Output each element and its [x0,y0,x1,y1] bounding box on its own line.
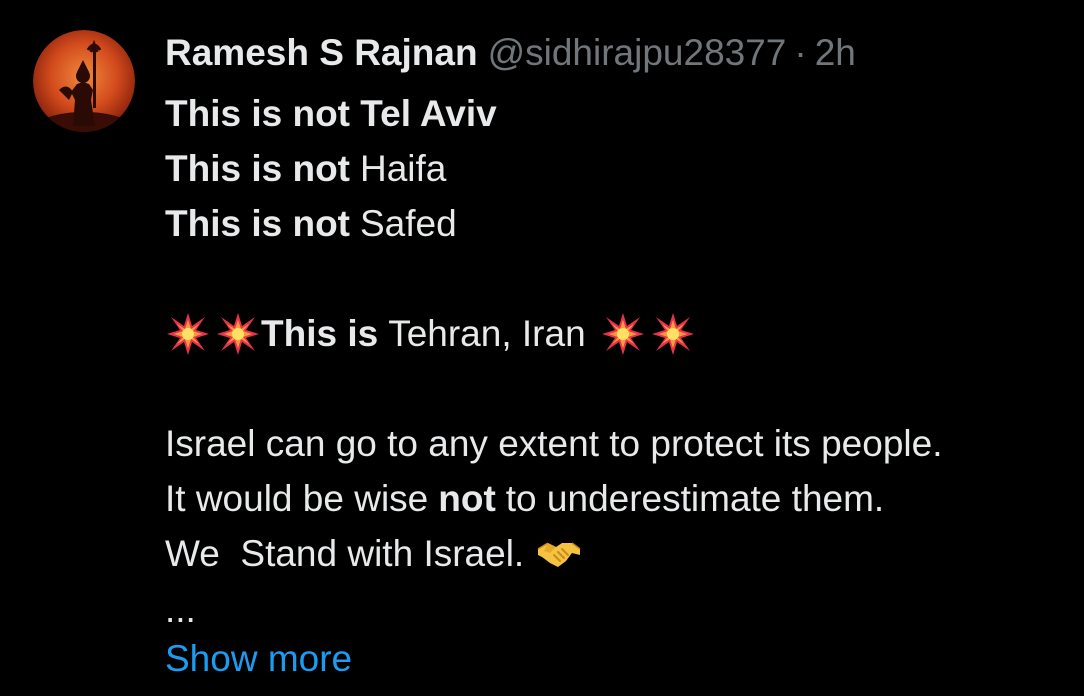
tweet-header: Ramesh S Rajnan @sidhirajpu28377 · 2h [165,30,856,76]
tweet-text-span: Tehran, Iran [388,313,586,354]
tweet-text-span: It would be wise [165,478,429,519]
show-more-link[interactable]: Show more [165,636,352,682]
tweet-text-span: Haifa [360,148,447,189]
author-display-name[interactable]: Ramesh S Rajnan [165,30,478,76]
tweet-line: This is not Haifa [165,141,1065,196]
tweet-line: This is Tehran, Iran [165,306,1065,361]
author-handle[interactable]: @sidhirajpu28377 [488,30,787,76]
tweet-timestamp[interactable]: 2h [815,30,856,76]
tweet-text: This is not Tel Aviv This is not Haifa Th… [165,86,1065,581]
header-separator: · [794,32,807,73]
tweet-line: It would be wise not to underestimate them… [165,471,1065,526]
tweet-text-span: Israel can go to any extent to protect i… [165,423,943,464]
tweet-text-bold: This is [261,313,379,354]
tweet-ellipsis: ... [165,589,196,630]
tweet-line: Israel can go to any extent to protect i… [165,416,1065,471]
tweet-line: This is not Safed [165,196,1065,251]
tweet-text-span: to underestimate them. [505,478,885,519]
tweet-text-bold: This is not [165,148,350,189]
collision-emoji-icon [600,311,646,357]
tweet[interactable]: Ramesh S Rajnan @sidhirajpu28377 · 2h Th… [0,0,1084,696]
tweet-text-bold: This is not [165,203,350,244]
tweet-text-span: We Stand with Israel. [165,533,525,574]
collision-emoji-icon [215,311,261,357]
tweet-text-span: Safed [360,203,457,244]
collision-emoji-icon [650,311,696,357]
tweet-text-bold: not [438,478,496,519]
tweet-text-bold: This is not Tel Aviv [165,93,497,134]
tweet-line: This is not Tel Aviv [165,86,1065,141]
tweet-line: We Stand with Israel. [165,526,1065,581]
avatar[interactable] [33,30,135,132]
handshake-emoji-icon [536,531,582,577]
avatar-silhouette-icon [33,30,135,132]
collision-emoji-icon [165,311,211,357]
